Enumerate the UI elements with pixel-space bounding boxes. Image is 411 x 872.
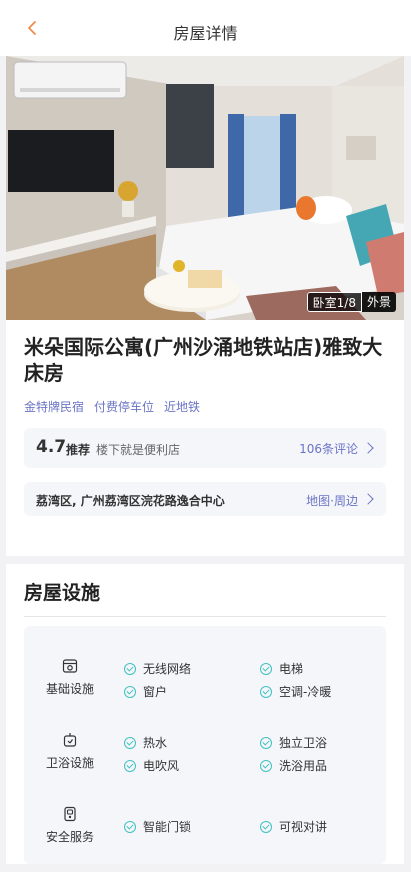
- photo-counter-badge[interactable]: 卧室1/8 外景: [306, 292, 396, 312]
- rating-recommend: 推荐: [66, 443, 91, 457]
- facility-category: 安全服务: [45, 830, 94, 844]
- facility-item: 独立卫浴: [260, 734, 327, 751]
- check-icon: [260, 820, 272, 833]
- facility-item: 洗浴用品: [260, 757, 327, 774]
- reviews-link[interactable]: 106条评论: [299, 440, 358, 457]
- hotel-info-card: 米朵国际公寓(广州沙涌地铁站店)雅致大床房 金特牌民宿 付费停车位 近地铁 4.…: [6, 320, 404, 556]
- facility-item-label: 窗户: [143, 685, 168, 699]
- facilities-section: 房屋设施 基础设施 无线网络 电梯 窗户 空调-冷暖 卫浴设施 热水 独立卫浴 …: [6, 564, 404, 864]
- facility-category: 卫浴设施: [45, 756, 94, 770]
- house-icon: [62, 659, 78, 673]
- check-icon: [260, 736, 272, 749]
- room-photo[interactable]: 卧室1/8 外景: [6, 56, 404, 320]
- facility-item: 可视对讲: [260, 818, 327, 835]
- check-icon: [260, 662, 272, 675]
- facility-item: 无线网络: [124, 660, 191, 677]
- check-icon: [124, 662, 136, 675]
- check-icon: [260, 685, 272, 698]
- map-link[interactable]: 地图·周边: [306, 492, 358, 509]
- check-icon: [124, 736, 136, 749]
- smart-lock-icon: [64, 806, 76, 822]
- chevron-right-icon: [362, 493, 374, 505]
- facility-group: 安全服务 智能门锁 可视对讲: [24, 806, 386, 866]
- divider: [24, 616, 386, 617]
- rating-description: 楼下就是便利店: [96, 443, 181, 457]
- facility-item-label: 热水: [143, 736, 168, 750]
- check-icon: [124, 820, 136, 833]
- exterior-tab[interactable]: 外景: [361, 292, 396, 312]
- tag-item: 近地铁: [164, 400, 201, 414]
- shower-icon: [63, 733, 77, 747]
- facilities-box: 基础设施 无线网络 电梯 窗户 空调-冷暖 卫浴设施 热水 独立卫浴 电吹风 洗…: [24, 626, 386, 864]
- facility-item-label: 洗浴用品: [279, 759, 328, 773]
- facility-item-label: 电梯: [279, 662, 304, 676]
- top-bar: 房屋详情: [0, 0, 411, 56]
- facility-category: 基础设施: [45, 682, 94, 696]
- facility-item-label: 独立卫浴: [279, 736, 328, 750]
- facility-item: 电梯: [260, 660, 303, 677]
- room-photo-image: [6, 56, 404, 320]
- page-title: 房屋详情: [173, 24, 238, 43]
- facility-item: 电吹风: [124, 757, 179, 774]
- photo-counter[interactable]: 卧室1/8: [306, 292, 362, 312]
- facility-item: 热水: [124, 734, 167, 751]
- rating-score: 4.7: [36, 437, 67, 457]
- facility-item: 智能门锁: [124, 818, 191, 835]
- chevron-right-icon: [362, 442, 374, 454]
- address-text: 荔湾区, 广州荔湾区浣花路逸合中心: [36, 494, 225, 508]
- facility-item-label: 可视对讲: [279, 820, 328, 834]
- address-row[interactable]: 荔湾区, 广州荔湾区浣花路逸合中心 地图·周边: [24, 482, 386, 516]
- tag-item: 付费停车位: [94, 400, 155, 414]
- section-title: 房屋设施: [24, 582, 101, 604]
- rating-row[interactable]: 4.7 推荐 楼下就是便利店 106条评论: [24, 428, 386, 468]
- facility-item: 窗户: [124, 683, 167, 700]
- hotel-name: 米朵国际公寓(广州沙涌地铁站店)雅致大床房: [24, 335, 383, 385]
- facility-item: 空调-冷暖: [260, 683, 331, 700]
- facility-item-label: 无线网络: [143, 662, 192, 676]
- check-icon: [124, 685, 136, 698]
- facility-group: 基础设施 无线网络 电梯 窗户 空调-冷暖: [24, 658, 386, 718]
- facility-item-label: 空调-冷暖: [279, 685, 332, 699]
- hotel-tags: 金特牌民宿 付费停车位 近地铁: [24, 398, 200, 415]
- facility-item-label: 电吹风: [143, 759, 180, 773]
- tag-item: 金特牌民宿: [24, 400, 85, 414]
- facility-item-label: 智能门锁: [143, 820, 192, 834]
- facility-group: 卫浴设施 热水 独立卫浴 电吹风 洗浴用品: [24, 732, 386, 792]
- check-icon: [124, 759, 136, 772]
- check-icon: [260, 759, 272, 772]
